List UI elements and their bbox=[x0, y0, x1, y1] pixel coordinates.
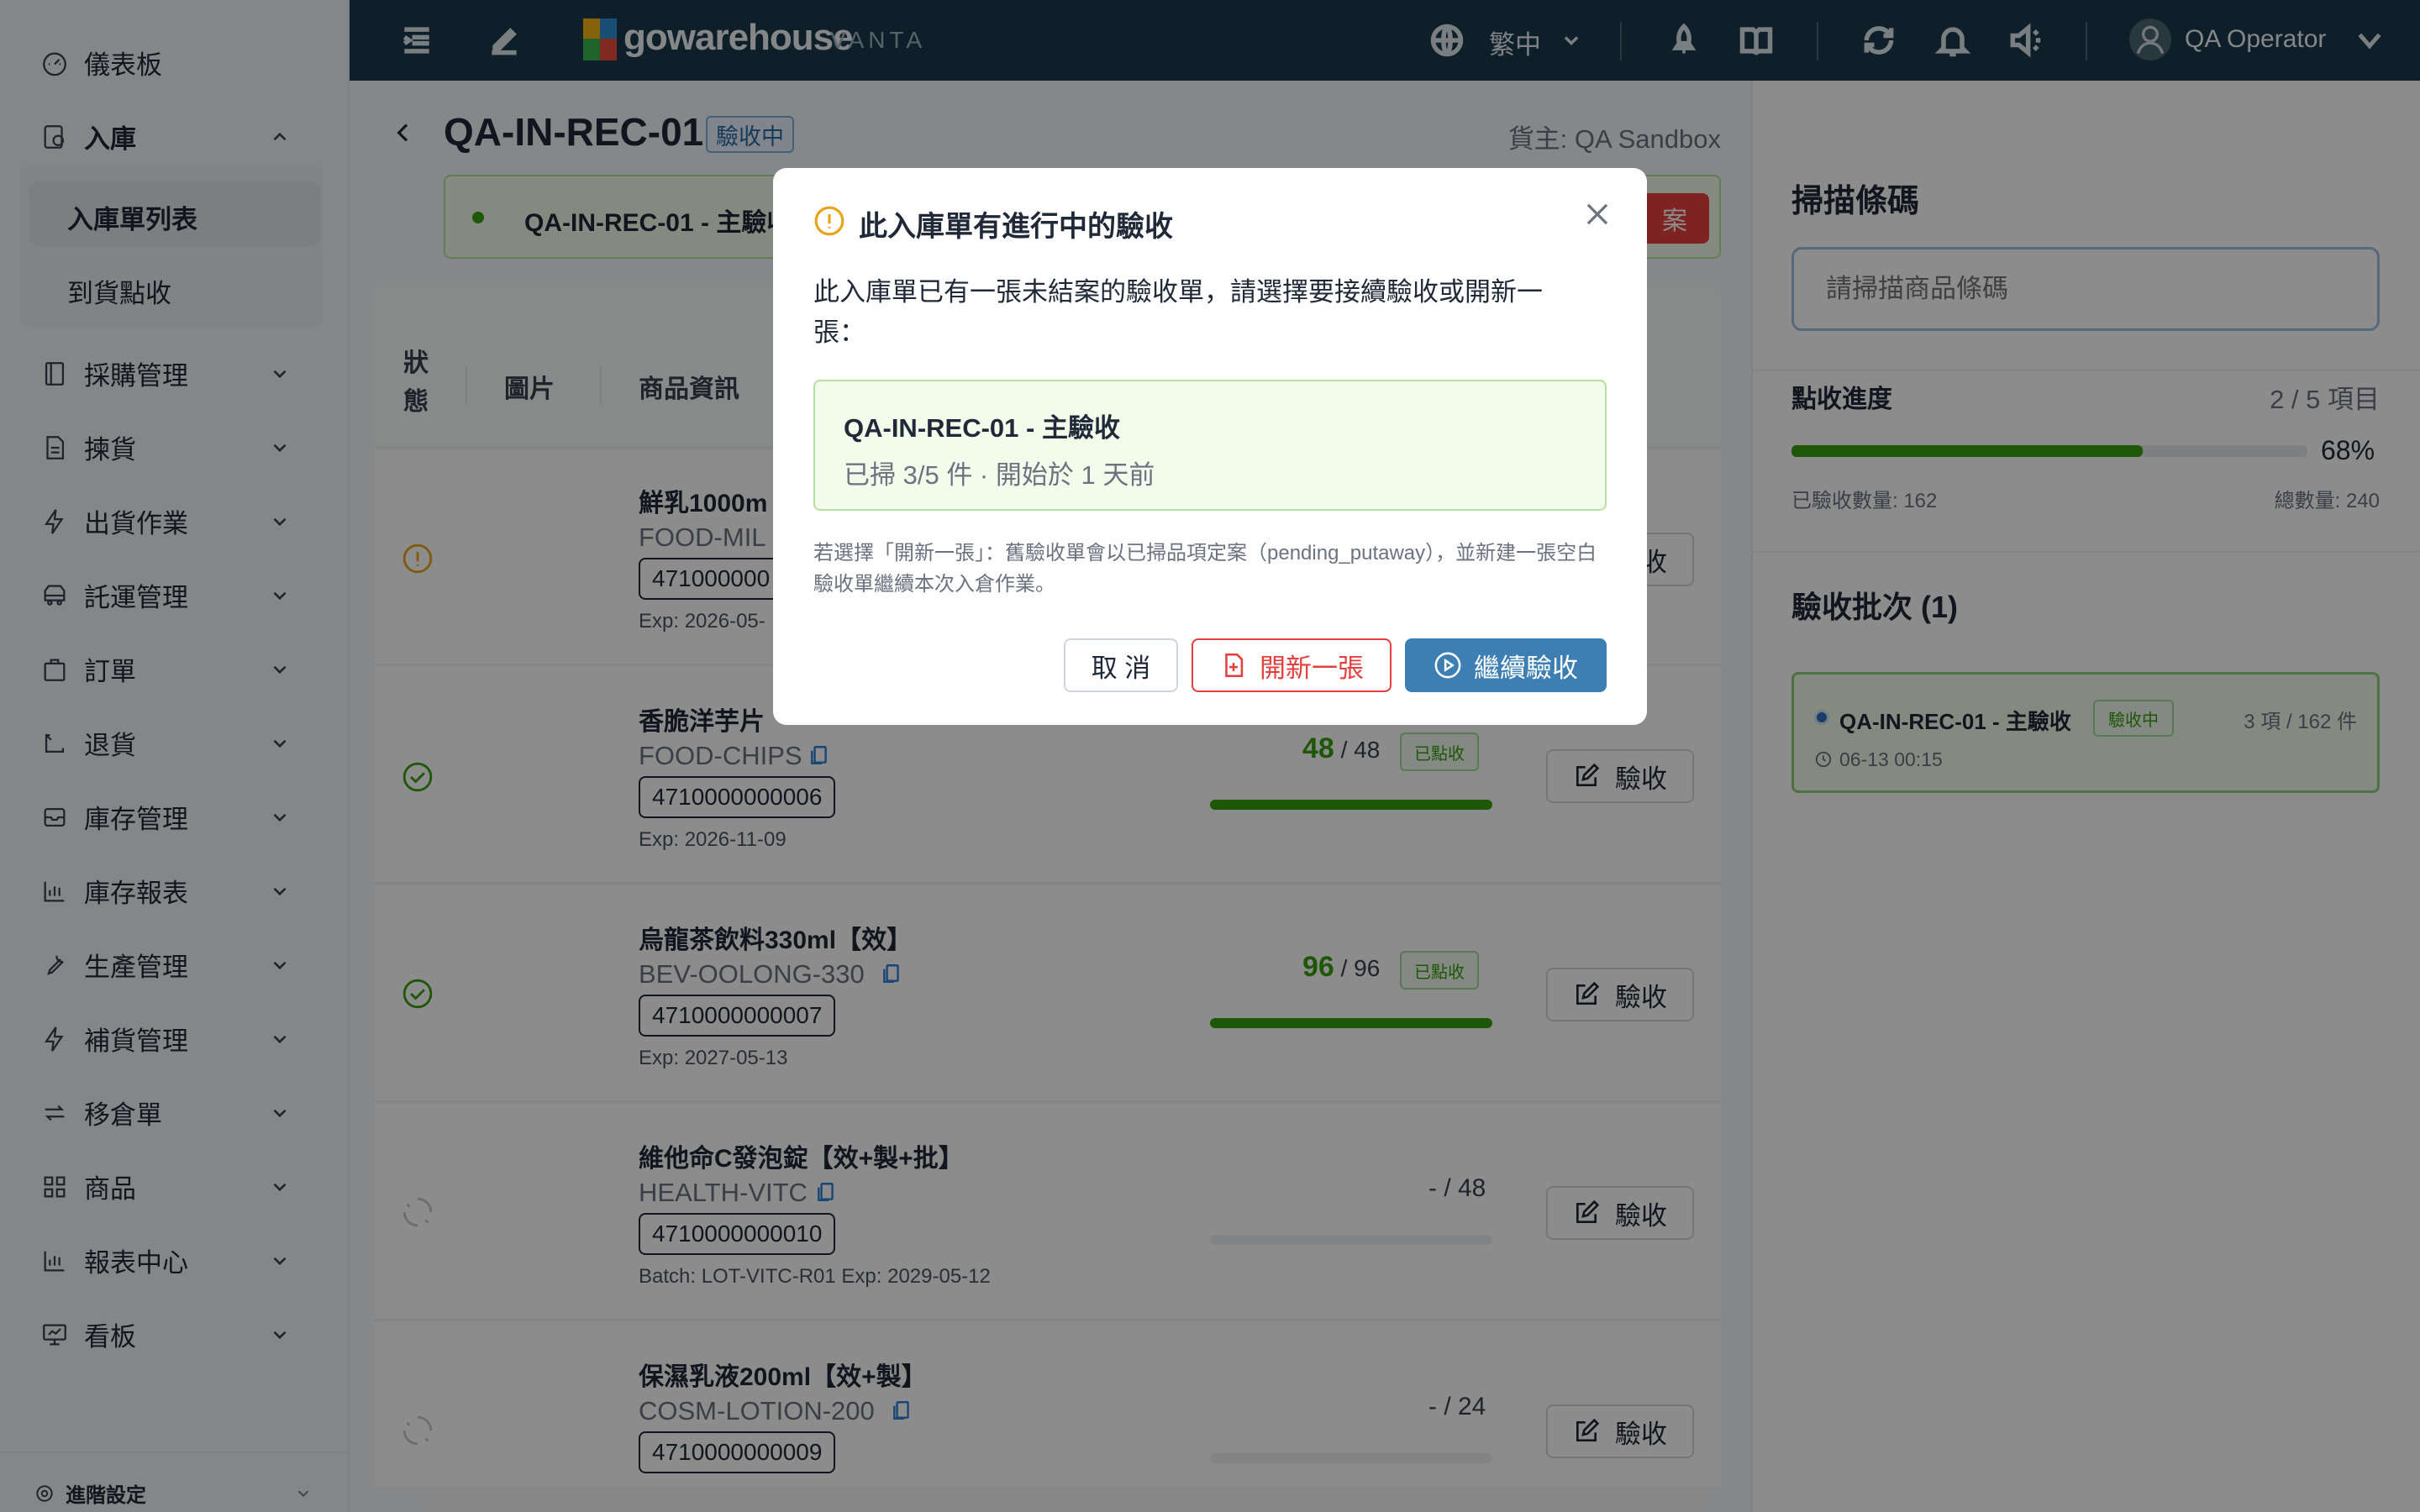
session-card: QA-IN-REC-01 - 主驗收 已掃 3/5 件 · 開始於 1 天前 bbox=[813, 380, 1607, 511]
warning-icon bbox=[814, 206, 844, 236]
file-add-icon bbox=[1225, 653, 1244, 678]
dialog-message: 此入庫單已有一張未結案的驗收單，請選擇要接續驗收或開新一張： bbox=[813, 277, 1543, 347]
button-label: 開新一張 bbox=[1260, 653, 1364, 683]
session-name: QA-IN-REC-01 - 主驗收 bbox=[844, 413, 1120, 443]
session-meta: 已掃 3/5 件 · 開始於 1 天前 bbox=[844, 460, 1155, 490]
dialog-title: 此入庫單有進行中的驗收 bbox=[859, 211, 1173, 243]
button-label: 繼續驗收 bbox=[1474, 653, 1578, 683]
active-session-dialog: 此入庫單有進行中的驗收 此入庫單已有一張未結案的驗收單，請選擇要接續驗收或開新一… bbox=[773, 168, 1647, 725]
dialog-note: 若選擇「開新一張」：舊驗收單會以已掃品項定案（pending_putaway），… bbox=[813, 542, 1597, 596]
cancel-button[interactable]: 取 消 bbox=[1064, 638, 1178, 692]
continue-session-button[interactable]: 繼續驗收 bbox=[1405, 638, 1607, 692]
play-circle-icon bbox=[1434, 652, 1461, 679]
new-session-button[interactable]: 開新一張 bbox=[1192, 638, 1392, 692]
close-icon[interactable] bbox=[1581, 198, 1613, 230]
